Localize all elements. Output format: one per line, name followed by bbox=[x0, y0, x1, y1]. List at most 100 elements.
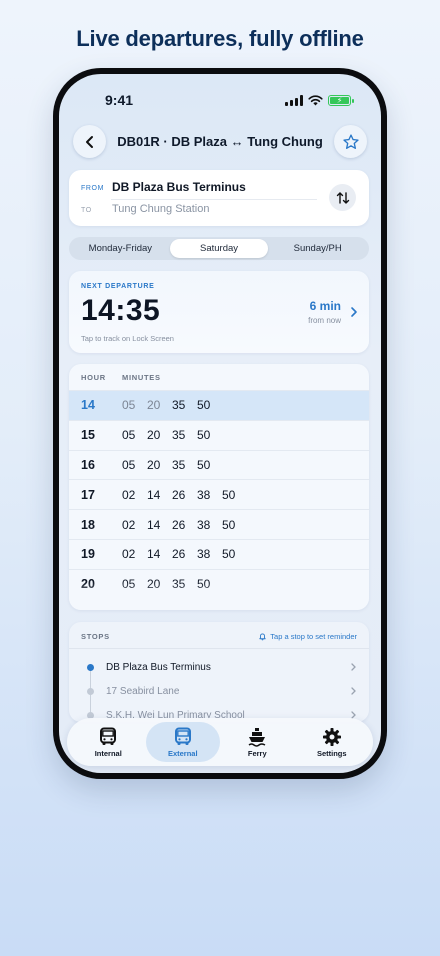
lock-screen-hint: Tap to track on Lock Screen bbox=[81, 334, 174, 343]
bell-icon bbox=[259, 633, 266, 641]
star-icon bbox=[342, 133, 359, 149]
minute-cell[interactable]: 14 bbox=[147, 518, 172, 532]
minute-cell[interactable]: 38 bbox=[197, 518, 222, 532]
swap-arrows-icon bbox=[336, 191, 349, 204]
status-icons: ⚡ bbox=[285, 95, 354, 106]
chevron-right-icon bbox=[351, 663, 356, 671]
minute-cell[interactable]: 14 bbox=[147, 488, 172, 502]
day-type-segmented-control: Monday-Friday Saturday Sunday/PH bbox=[69, 237, 369, 260]
minutes-cells: 02 14 26 38 50 bbox=[122, 518, 247, 532]
to-label: TO bbox=[81, 207, 92, 214]
tab-saturday[interactable]: Saturday bbox=[169, 239, 269, 258]
minute-cell[interactable]: 35 bbox=[172, 428, 197, 442]
timetable-rows: 14 05 20 35 50 15 05 20 35 50 16 05 20 35 50 17 02 14 26 38… bbox=[69, 390, 369, 599]
timetable-card: HOUR MINUTES 14 05 20 35 50 15 05 20 35 50 16 05 20 3… bbox=[69, 364, 369, 610]
tab-monday-friday[interactable]: Monday-Friday bbox=[71, 239, 170, 258]
timetable-row: 17 02 14 26 38 50 bbox=[69, 479, 369, 509]
stop-item[interactable]: 17 Seabird Lane bbox=[69, 679, 369, 703]
minute-cell[interactable]: 02 bbox=[122, 547, 147, 561]
back-button[interactable] bbox=[73, 125, 106, 158]
stops-card: STOPS Tap a stop to set reminder DB Plaz… bbox=[69, 622, 369, 722]
hour-cell: 14 bbox=[81, 398, 95, 413]
minute-cell[interactable]: 20 bbox=[147, 398, 172, 412]
from-label: FROM bbox=[81, 185, 105, 192]
nav-header: DB01R · DB Plaza ↔ Tung Chung bbox=[73, 125, 367, 159]
reminder-hint-text: Tap a stop to set reminder bbox=[270, 632, 357, 641]
tab-sunday-ph[interactable]: Sunday/PH bbox=[268, 239, 367, 258]
minute-cell[interactable]: 02 bbox=[122, 518, 147, 532]
minutes-cells: 05203550 bbox=[122, 398, 222, 412]
minutes-cells: 05203550 bbox=[122, 458, 222, 472]
timetable-row: 15 05 20 35 50 bbox=[69, 419, 369, 450]
timetable-row-current: 14 05 20 35 50 bbox=[69, 390, 369, 420]
minute-cell[interactable]: 50 bbox=[197, 458, 222, 472]
favorite-button[interactable] bbox=[334, 125, 367, 158]
minute-cell[interactable]: 05 bbox=[122, 458, 147, 472]
minutes-column-header: MINUTES bbox=[122, 373, 161, 382]
timetable-row: 16 05 20 35 50 bbox=[69, 449, 369, 480]
next-departure-card[interactable]: NEXT DEPARTURE 14:35 Tap to track on Loc… bbox=[69, 271, 369, 353]
minute-cell[interactable]: 26 bbox=[172, 547, 197, 561]
minute-cell[interactable]: 50 bbox=[197, 398, 222, 412]
route-title: DB01R · DB Plaza ↔ Tung Chung bbox=[117, 134, 323, 149]
swap-direction-button[interactable] bbox=[329, 184, 356, 211]
minute-cell[interactable]: 26 bbox=[172, 488, 197, 502]
status-bar: 9:41 ⚡ bbox=[59, 92, 381, 112]
minute-cell[interactable]: 38 bbox=[197, 488, 222, 502]
chevron-right-icon bbox=[351, 687, 356, 695]
stop-dot bbox=[87, 663, 94, 671]
stops-divider bbox=[69, 648, 369, 649]
minute-cell[interactable]: 02 bbox=[122, 488, 147, 502]
minute-cell[interactable]: 50 bbox=[222, 518, 247, 532]
hour-cell: 16 bbox=[81, 457, 95, 472]
ferry-icon bbox=[248, 727, 266, 747]
marketing-headline: Live departures, fully offline bbox=[76, 26, 364, 51]
hour-cell: 19 bbox=[81, 547, 95, 562]
stop-name: DB Plaza Bus Terminus bbox=[106, 661, 211, 673]
minutes-cells: 02 14 26 38 50 bbox=[122, 488, 247, 502]
minutes-cells: 02 14 26 38 50 bbox=[122, 547, 247, 561]
timetable-row: 19 02 14 26 38 50 bbox=[69, 538, 369, 569]
stop-item[interactable]: DB Plaza Bus Terminus bbox=[69, 655, 369, 679]
status-time: 9:41 bbox=[105, 92, 134, 108]
stop-dot bbox=[87, 687, 94, 695]
minute-cell[interactable]: 26 bbox=[172, 518, 197, 532]
minute-cell[interactable]: 50 bbox=[222, 488, 247, 502]
tab-label: Settings bbox=[316, 748, 347, 758]
reminder-hint: Tap a stop to set reminder bbox=[258, 632, 357, 641]
wifi-icon bbox=[308, 95, 323, 106]
tab-internal[interactable]: Internal bbox=[71, 722, 146, 762]
minute-cell[interactable]: 05 bbox=[122, 398, 147, 412]
to-stop[interactable]: Tung Chung Station bbox=[112, 203, 209, 215]
minute-cell[interactable]: 05 bbox=[122, 428, 147, 442]
minutes-cells: 05203550 bbox=[122, 428, 222, 442]
from-stop[interactable]: DB Plaza Bus Terminus bbox=[112, 180, 246, 194]
minute-cell[interactable]: 20 bbox=[147, 458, 172, 472]
hour-cell: 18 bbox=[81, 517, 95, 532]
cellular-signal-icon bbox=[285, 95, 303, 106]
route-divider bbox=[111, 199, 317, 200]
minute-cell[interactable]: 35 bbox=[172, 398, 197, 412]
minute-cell[interactable]: 20 bbox=[147, 428, 172, 442]
tab-label: External bbox=[167, 748, 198, 758]
minute-cell[interactable]: 38 bbox=[197, 547, 222, 561]
tab-bar: Internal External Ferry Settings bbox=[67, 718, 373, 766]
timetable-row: 18 02 14 26 38 50 bbox=[69, 509, 369, 539]
tab-label: Ferry bbox=[247, 748, 267, 758]
chevron-right-icon bbox=[351, 307, 357, 317]
tab-settings[interactable]: Settings bbox=[295, 722, 370, 762]
hour-cell: 17 bbox=[81, 487, 95, 502]
tab-ferry[interactable]: Ferry bbox=[220, 722, 295, 762]
bus-icon bbox=[100, 727, 117, 745]
tab-external[interactable]: External bbox=[145, 722, 220, 762]
countdown-suffix: from now bbox=[308, 316, 341, 325]
minute-cell[interactable]: 50 bbox=[197, 428, 222, 442]
hour-column-header: HOUR bbox=[81, 373, 106, 382]
app-screen: 9:41 ⚡ DB01R · DB Plaza ↔ Tung Chung FRO… bbox=[59, 74, 381, 773]
minute-cell[interactable]: 35 bbox=[172, 458, 197, 472]
battery-icon: ⚡ bbox=[328, 95, 354, 106]
stop-name: 17 Seabird Lane bbox=[106, 685, 180, 697]
minute-cell[interactable]: 14 bbox=[147, 547, 172, 561]
gear-icon bbox=[322, 727, 341, 746]
minute-cell[interactable]: 50 bbox=[222, 547, 247, 561]
